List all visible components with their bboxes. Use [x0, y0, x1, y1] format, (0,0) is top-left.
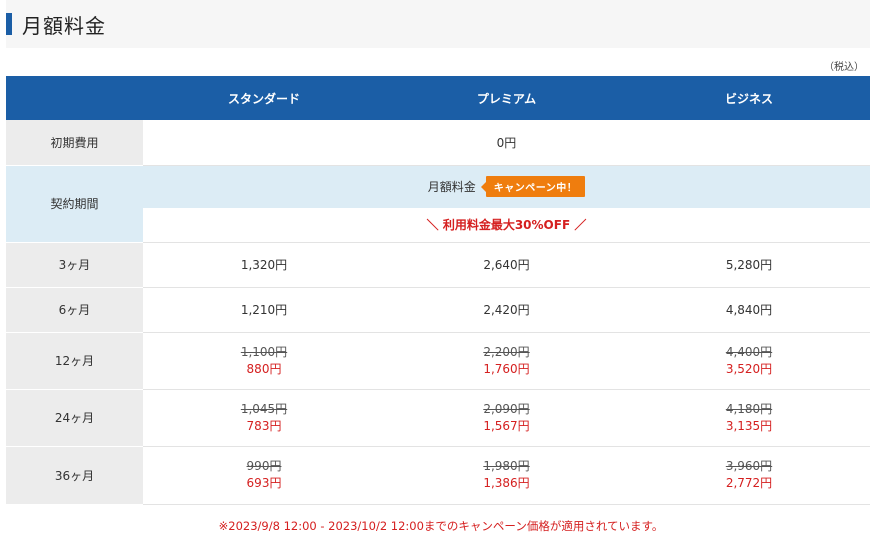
- period-label: 36ヶ月: [6, 446, 143, 505]
- section-header: 月額料金: [6, 0, 870, 48]
- old-price: 2,090円: [483, 401, 530, 416]
- initial-fee-row: 初期費用 0円: [6, 120, 870, 166]
- campaign-price: 3,520円: [725, 361, 773, 376]
- price-business: 3,960円 2,772円: [628, 446, 870, 505]
- campaign-price: 1,760円: [483, 361, 530, 376]
- title-accent-bar: [6, 13, 12, 35]
- campaign-price: 783円: [246, 418, 282, 433]
- old-price: 4,400円: [725, 344, 773, 359]
- price-premium: 2,200円 1,760円: [385, 332, 628, 390]
- plan-header-row: スタンダード プレミアム ビジネス: [6, 76, 870, 120]
- price-standard: 1,210円: [143, 287, 385, 333]
- period-label: 3ヶ月: [6, 242, 143, 288]
- campaign-price: 1,386円: [483, 476, 530, 490]
- price-business: 4,180円 3,135円: [628, 389, 870, 447]
- campaign-price: 2,772円: [725, 476, 773, 490]
- price-premium: 2,090円 1,567円: [385, 389, 628, 447]
- price-premium: 2,420円: [385, 287, 628, 333]
- campaign-footnote: ※2023/9/8 12:00 - 2023/10/2 12:00までのキャンペ…: [218, 519, 664, 533]
- table-row: 36ヶ月 990円 693円 1,980円 1,386円 3,960円 2,77…: [6, 446, 870, 505]
- plan-standard: スタンダード: [143, 76, 385, 120]
- price-business: 4,840円: [628, 287, 870, 333]
- price-premium: 1,980円 1,386円: [385, 446, 628, 505]
- price-standard: 1,100円 880円: [143, 332, 385, 390]
- old-price: 2,200円: [483, 344, 530, 359]
- old-price: 990円: [246, 459, 282, 473]
- contract-period-label: 契約期間: [6, 165, 143, 243]
- plan-premium: プレミアム: [385, 76, 628, 120]
- old-price: 1,045円: [240, 401, 288, 416]
- plan-business: ビジネス: [628, 76, 870, 120]
- price-standard: 1,045円 783円: [143, 389, 385, 447]
- price-premium: 2,640円: [385, 242, 628, 288]
- pricing-table: スタンダード プレミアム ビジネス 初期費用 0円 契約期間 月額料金 キャンペ…: [6, 76, 870, 505]
- price-standard: 1,320円: [143, 242, 385, 288]
- page-title: 月額料金: [22, 13, 106, 38]
- period-label: 24ヶ月: [6, 389, 143, 447]
- campaign-price: 1,567円: [483, 418, 530, 433]
- campaign-price: 693円: [246, 476, 282, 490]
- initial-fee-value: 0円: [143, 120, 870, 166]
- price-business: 4,400円 3,520円: [628, 332, 870, 390]
- old-price: 4,180円: [725, 401, 773, 416]
- price-business: 5,280円: [628, 242, 870, 288]
- initial-fee-label: 初期費用: [6, 120, 143, 166]
- campaign-badge: キャンペーン中！: [485, 176, 586, 198]
- tax-note: （税込）: [824, 62, 864, 73]
- table-row: 12ヶ月 1,100円 880円 2,200円 1,760円 4,400円 3,…: [6, 332, 870, 390]
- contract-row: 契約期間 月額料金 キャンペーン中！: [6, 165, 870, 243]
- price-standard: 990円 693円: [143, 446, 385, 505]
- campaign-price: 3,135円: [725, 418, 773, 433]
- period-label: 12ヶ月: [6, 332, 143, 390]
- table-row: 24ヶ月 1,045円 783円 2,090円 1,567円 4,180円 3,…: [6, 389, 870, 447]
- discount-text: ＼ 利用料金最大30%OFF ／: [143, 208, 870, 243]
- monthly-fee-label: 月額料金: [427, 180, 476, 195]
- old-price: 1,980円: [483, 459, 530, 473]
- campaign-price: 880円: [246, 361, 282, 376]
- old-price: 3,960円: [725, 459, 773, 473]
- period-label: 6ヶ月: [6, 287, 143, 333]
- header-empty-cell: [6, 76, 143, 120]
- old-price: 1,100円: [240, 344, 288, 359]
- table-row: 6ヶ月 1,210円 2,420円 4,840円: [6, 287, 870, 333]
- monthly-fee-banner: 月額料金 キャンペーン中！: [143, 165, 870, 208]
- table-row: 3ヶ月 1,320円 2,640円 5,280円: [6, 242, 870, 288]
